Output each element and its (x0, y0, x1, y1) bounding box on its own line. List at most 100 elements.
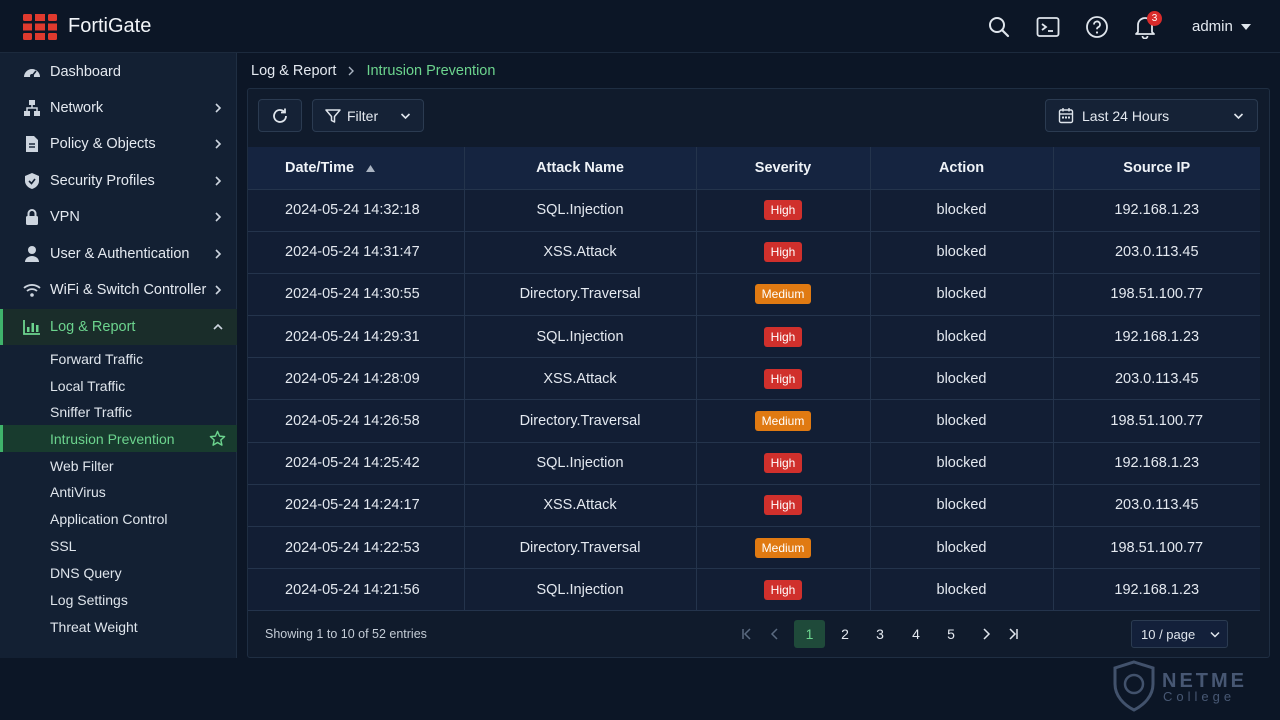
terminal-icon[interactable] (1035, 14, 1061, 40)
chevron-right-icon (348, 66, 355, 76)
last-page-icon (1009, 628, 1018, 640)
filter-icon (325, 108, 341, 123)
sidebar-subitem-web-filter[interactable]: Web Filter (0, 452, 237, 479)
sidebar-subitem-application-control[interactable]: Application Control (0, 505, 237, 532)
sort-ascending-icon (366, 164, 376, 172)
breadcrumb-current: Intrusion Prevention (366, 63, 496, 79)
last-page-button[interactable] (1004, 620, 1022, 648)
breadcrumb: Log & Report Intrusion Prevention (251, 63, 495, 79)
cell-severity: High (696, 189, 871, 232)
sidebar-subitem-local-traffic[interactable]: Local Traffic (0, 372, 237, 399)
cell-source-ip: 203.0.113.45 (1053, 357, 1260, 401)
chevron-right-icon (215, 212, 222, 222)
cell-action: blocked (870, 357, 1054, 401)
table-row[interactable]: 2024-05-24 14:24:17 XSS.Attack High blocked… (248, 484, 1260, 528)
sidebar-item-user-authentication[interactable]: User & Authentication (0, 236, 237, 272)
chevron-down-icon (1240, 23, 1251, 30)
shield-icon (23, 172, 41, 190)
table-row[interactable]: 2024-05-24 14:32:18 SQL.Injection High bloc… (248, 189, 1260, 232)
sidebar: Dashboard Network Policy & Objects Secur… (0, 53, 237, 658)
severity-badge: High (763, 495, 803, 516)
page-button-4[interactable]: 4 (907, 620, 925, 648)
cell-severity: Medium (696, 273, 871, 317)
calendar-icon (1058, 108, 1074, 124)
cell-datetime: 2024-05-24 14:31:47 (248, 231, 465, 274)
user-name: admin (1192, 18, 1233, 35)
cell-action: blocked (870, 231, 1054, 274)
prev-page-button[interactable] (766, 620, 784, 648)
app-brand: FortiGate (68, 15, 152, 37)
sidebar-item-vpn[interactable]: VPN (0, 199, 237, 235)
sidebar-subitem-sniffer-traffic[interactable]: Sniffer Traffic (0, 398, 237, 425)
chevron-right-icon (215, 139, 222, 149)
sidebar-subitem-intrusion-prevention[interactable]: Intrusion Prevention (0, 425, 237, 452)
refresh-button[interactable] (258, 99, 302, 132)
column-header-source-ip[interactable]: Source IP (1053, 147, 1260, 190)
cell-source-ip: 192.168.1.23 (1053, 442, 1260, 485)
sidebar-item-network[interactable]: Network (0, 90, 237, 126)
breadcrumb-parent[interactable]: Log & Report (251, 63, 336, 79)
cell-severity: High (696, 442, 871, 485)
sidebar-subitem-log-settings[interactable]: Log Settings (0, 586, 237, 613)
table-header-row: Date/Time Attack Name Severity Action So… (248, 147, 1260, 190)
network-icon (23, 99, 41, 117)
table-row[interactable]: 2024-05-24 14:30:55 Directory.Traversal Me… (248, 273, 1260, 317)
search-icon[interactable] (986, 14, 1012, 40)
page-button-1[interactable]: 1 (794, 620, 825, 648)
cell-action: blocked (870, 568, 1054, 612)
column-header-attack-name[interactable]: Attack Name (464, 147, 697, 190)
time-range-value: Last 24 Hours (1082, 107, 1170, 124)
cell-source-ip: 192.168.1.23 (1053, 189, 1260, 232)
column-header-action[interactable]: Action (870, 147, 1054, 190)
severity-badge: High (763, 200, 803, 221)
cell-source-ip: 203.0.113.45 (1053, 484, 1260, 528)
sidebar-item-wifi-switch[interactable]: WiFi & Switch Controller (0, 272, 237, 308)
chart-icon (23, 318, 41, 336)
sidebar-item-security-profiles[interactable]: Security Profiles (0, 163, 237, 199)
dashboard-icon (23, 63, 41, 81)
next-page-button[interactable] (977, 620, 995, 648)
entries-summary: Showing 1 to 10 of 52 entries (265, 627, 427, 641)
page-button-3[interactable]: 3 (871, 620, 889, 648)
user-menu[interactable]: admin (1192, 18, 1251, 35)
page-size-select[interactable]: 10 / page (1131, 620, 1228, 648)
lock-icon (23, 208, 41, 226)
sidebar-item-log-report[interactable]: Log & Report (0, 309, 237, 345)
chevron-right-icon (215, 103, 222, 113)
table-row[interactable]: 2024-05-24 14:28:09 XSS.Attack High blocked… (248, 357, 1260, 401)
sidebar-subitem-antivirus[interactable]: AntiVirus (0, 478, 237, 505)
page-button-5[interactable]: 5 (942, 620, 960, 648)
severity-badge: Medium (754, 284, 812, 305)
filter-button[interactable]: Filter (312, 99, 424, 132)
table-row[interactable]: 2024-05-24 14:25:42 SQL.Injection High bloc… (248, 442, 1260, 485)
severity-badge: High (763, 368, 803, 389)
sidebar-subitem-ssl[interactable]: SSL (0, 532, 237, 559)
sidebar-item-policy-objects[interactable]: Policy & Objects (0, 126, 237, 162)
table-row[interactable]: 2024-05-24 14:22:53 Directory.Traversal Me… (248, 526, 1260, 570)
page-button-2[interactable]: 2 (836, 620, 854, 648)
table-row[interactable]: 2024-05-24 14:31:47 XSS.Attack High blocked… (248, 231, 1260, 274)
table-row[interactable]: 2024-05-24 14:21:56 SQL.Injection High bloc… (248, 568, 1260, 612)
help-icon[interactable] (1084, 14, 1110, 40)
cell-attack-name: Directory.Traversal (464, 273, 697, 317)
wifi-icon (23, 281, 41, 299)
first-page-button[interactable] (738, 620, 756, 648)
chevron-up-icon (213, 323, 223, 330)
cell-action: blocked (870, 189, 1054, 232)
chevron-right-icon (983, 628, 991, 640)
column-header-datetime[interactable]: Date/Time (248, 147, 465, 190)
table-row[interactable]: 2024-05-24 14:26:58 Directory.Traversal Me… (248, 399, 1260, 443)
star-icon[interactable] (209, 430, 226, 447)
sidebar-subitem-forward-traffic[interactable]: Forward Traffic (0, 345, 237, 372)
table-row[interactable]: 2024-05-24 14:29:31 SQL.Injection High bloc… (248, 315, 1260, 359)
log-table: Date/Time Attack Name Severity Action So… (248, 147, 1260, 612)
severity-badge: High (763, 326, 803, 347)
bell-icon[interactable]: 3 (1132, 11, 1162, 40)
column-header-severity[interactable]: Severity (696, 147, 871, 190)
severity-badge: High (763, 579, 803, 600)
sidebar-subitem-dns-query[interactable]: DNS Query (0, 559, 237, 586)
sidebar-item-dashboard[interactable]: Dashboard (0, 54, 237, 90)
time-range-select[interactable]: Last 24 Hours (1045, 99, 1258, 132)
sidebar-subitem-threat-weight[interactable]: Threat Weight (0, 613, 237, 640)
notification-badge: 3 (1147, 11, 1162, 26)
